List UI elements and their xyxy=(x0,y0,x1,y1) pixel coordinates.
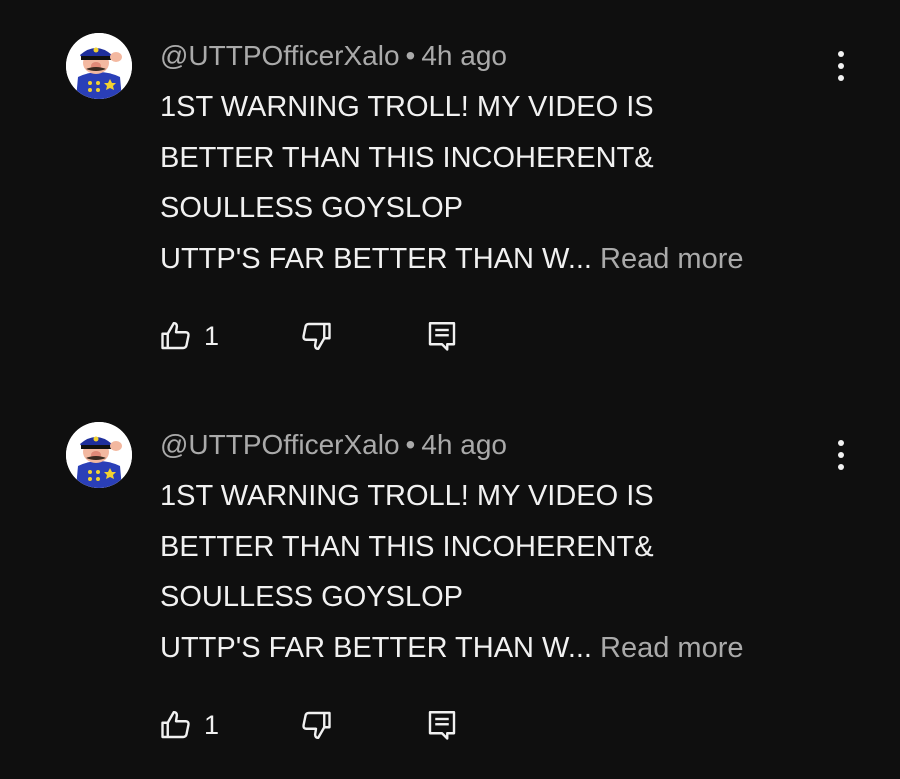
comment-line-last: UTTP'S FAR BETTER THAN W... Read more xyxy=(160,234,840,285)
comment-line-text: UTTP'S FAR BETTER THAN W... xyxy=(160,242,592,275)
comment-body: 1ST WARNING TROLL! MY VIDEO IS BETTER TH… xyxy=(160,471,840,673)
thumbs-up-icon xyxy=(161,322,190,350)
comment-item: @UTTPOfficerXalo • 4h ago 1ST WARNING TROL… xyxy=(0,389,900,778)
reply-button[interactable] xyxy=(424,314,460,358)
reply-button[interactable] xyxy=(424,703,460,747)
author-name[interactable]: @UTTPOfficerXalo xyxy=(160,40,400,71)
comment-line: 1ST WARNING TROLL! MY VIDEO IS xyxy=(160,480,654,512)
reply-comment-icon xyxy=(428,322,456,351)
police-officer-avatar-icon xyxy=(66,422,132,488)
comment-timestamp: 4h ago xyxy=(421,40,507,71)
read-more-link[interactable]: Read more xyxy=(600,243,743,275)
comment-line-last: UTTP'S FAR BETTER THAN W... Read more xyxy=(160,623,840,674)
like-count: 1 xyxy=(204,709,220,740)
comment-line: SOULLESS GOYSLOP xyxy=(160,192,464,224)
separator-dot: • xyxy=(405,429,416,460)
comment-line: BETTER THAN THIS INCOHERENT& xyxy=(160,141,654,174)
menu-dot xyxy=(838,440,844,446)
avatar[interactable] xyxy=(66,422,132,488)
dislike-button[interactable] xyxy=(298,314,334,358)
like-button[interactable]: 1 xyxy=(158,314,219,358)
comment-line: 1ST WARNING TROLL! MY VIDEO IS xyxy=(160,91,654,123)
comment-line: SOULLESS GOYSLOP xyxy=(160,581,464,613)
menu-dot xyxy=(838,51,844,57)
comment-timestamp: 4h ago xyxy=(421,429,507,460)
thumbs-down-icon xyxy=(302,322,331,350)
comment-line-text: UTTP'S FAR BETTER THAN W... xyxy=(160,631,592,664)
comment-line: BETTER THAN THIS INCOHERENT& xyxy=(160,530,654,563)
like-button[interactable]: 1 xyxy=(158,703,219,747)
menu-dot xyxy=(838,63,844,69)
read-more-link[interactable]: Read more xyxy=(600,632,743,664)
comment-item: @UTTPOfficerXalo • 4h ago 1ST WARNING TROL… xyxy=(0,0,900,389)
author-name[interactable]: @UTTPOfficerXalo xyxy=(160,429,400,460)
comment-meta: @UTTPOfficerXalo • 4h ago xyxy=(160,427,507,463)
comment-body: 1ST WARNING TROLL! MY VIDEO IS BETTER TH… xyxy=(160,82,840,284)
like-count: 1 xyxy=(204,320,220,351)
police-officer-avatar-icon xyxy=(66,33,132,99)
thumbs-up-icon xyxy=(161,711,190,739)
separator-dot: • xyxy=(405,40,416,71)
menu-dot xyxy=(838,75,844,81)
comment-meta: @UTTPOfficerXalo • 4h ago xyxy=(160,38,507,74)
dislike-button[interactable] xyxy=(298,703,334,747)
menu-dot xyxy=(838,464,844,470)
thumbs-down-icon xyxy=(302,711,331,739)
reply-comment-icon xyxy=(428,711,456,740)
menu-dot xyxy=(838,452,844,458)
avatar[interactable] xyxy=(66,33,132,99)
